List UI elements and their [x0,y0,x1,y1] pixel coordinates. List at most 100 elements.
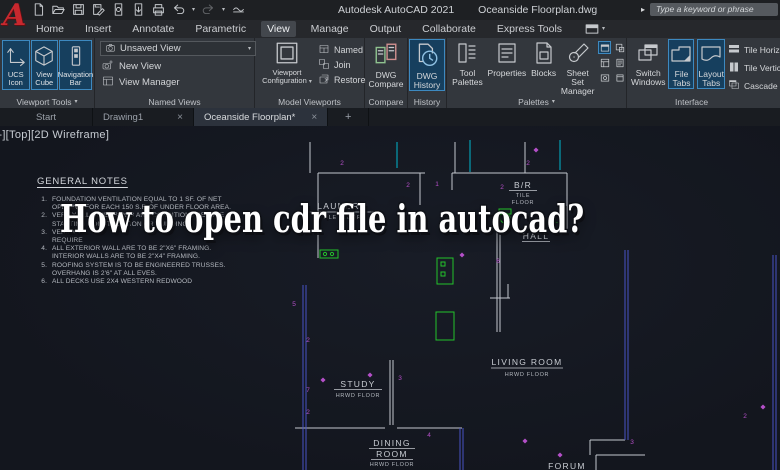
dwg-compare-button[interactable]: DWG Compare [366,39,406,89]
ribbon-tab-bar: Home Insert Annotate Parametric View Man… [0,20,780,38]
dimension-number: 3 [630,439,634,446]
tab-manage[interactable]: Manage [305,21,355,37]
small-palette-button-1[interactable] [598,41,611,54]
switch-windows-button[interactable]: Switch Windows [631,39,665,87]
undo-dropdown-icon[interactable]: ▾ [192,7,195,13]
ribbon-display-toggle[interactable]: ▾ [585,24,605,34]
autocad-logo-icon[interactable]: A [3,1,26,31]
dimension-number: 4 [427,432,431,439]
file-tab-start[interactable]: Start [0,108,93,126]
panel-history: DWG History History [408,38,447,108]
panel-palettes: Tool Palettes Properties Blocks Sheet Se… [447,38,627,108]
tab-express-tools[interactable]: Express Tools [491,21,568,37]
print-icon[interactable] [152,3,165,16]
layout-tabs-button[interactable]: Layout Tabs [697,39,726,89]
new-drawing-tab-button[interactable]: + [328,108,370,126]
sheet-set-manager-button[interactable]: Sheet Set Manager [560,39,595,96]
dimension-number: 2 [526,160,530,167]
save-icon[interactable] [72,3,85,16]
redo-dropdown-icon[interactable]: ▾ [222,7,225,13]
room-label-dining-1: DINING [373,438,411,448]
tab-insert[interactable]: Insert [79,21,117,37]
marker-diamond [533,147,539,153]
view-combo[interactable]: Unsaved View ▾ [100,41,256,56]
search-input[interactable]: Type a keyword or phrase [650,3,778,16]
thumbnail-headline: How to open cdr file in autocad? [60,196,585,241]
panel-viewport-tools: UCS Icon View Cube Navigation Bar Viewpo… [0,38,95,108]
search-box[interactable]: ▸ Type a keyword or phrase [641,3,778,16]
dimension-number: 2 [406,182,410,189]
file-tab-oceanside-floorplan[interactable]: Oceanside Floorplan* × [194,108,329,126]
new-view-button[interactable]: New View [102,59,161,74]
save-as-icon[interactable] [92,3,105,16]
autocad-window: ▾ ▾ Autodesk AutoCAD 2021 Oceanside Floo… [0,0,780,470]
viewport-configuration-button[interactable]: Viewport Configuration ▾ [260,40,314,86]
close-tab-icon[interactable]: × [311,112,317,123]
panel-model-viewports: Viewport Configuration ▾ Named Join Rest… [255,38,366,108]
properties-icon [495,41,519,69]
view-cube-button[interactable]: View Cube [30,40,58,90]
marker-diamond [320,377,326,383]
cascade-button[interactable]: Cascade [728,79,780,93]
publish-icon[interactable] [132,3,145,16]
ucs-icon-button[interactable]: UCS Icon [2,40,30,90]
tab-collaborate[interactable]: Collaborate [416,21,482,37]
tile-horizontal-icon [728,43,740,57]
plot-icon[interactable] [112,3,125,16]
drawing-canvas[interactable]: [-][Top][2D Wireframe] CL LAUNDRY TILE F… [0,126,780,470]
small-palette-button-3[interactable] [598,56,611,69]
panel-label-palettes[interactable]: Palettes ▾ [447,97,626,107]
tile-vertically-button[interactable]: Tile Vertically [728,61,780,75]
join-viewports-button[interactable]: Join [318,57,366,72]
window-title: Autodesk AutoCAD 2021 Oceanside Floorpla… [338,0,597,20]
ucs-axes-icon [5,45,27,71]
undo-icon[interactable] [172,3,185,16]
small-palette-button-4[interactable] [613,56,626,69]
view-manager-button[interactable]: View Manager [102,75,180,90]
general-note: 6. ALL DECKS USE 2X4 WESTERN REDWOOD [41,278,193,286]
marker-diamond [459,252,465,258]
tab-view[interactable]: View [261,21,296,37]
panel-label-viewport-tools[interactable]: Viewport Tools ▾ [0,97,94,107]
named-viewports-button[interactable]: Named [318,42,366,57]
doc-title: Oceanside Floorplan.dwg [478,4,598,16]
tab-annotate[interactable]: Annotate [126,21,180,37]
join-icon [318,58,330,72]
navigation-bar-button[interactable]: Navigation Bar [58,40,93,90]
search-expand-icon[interactable]: ▸ [641,5,645,14]
room-floor-study: HRWD FLOOR [336,393,380,399]
general-note: 5. ROOFING SYSTEM IS TO BE ENGINEERED TRU… [41,261,226,277]
room-label-study: STUDY [340,379,375,389]
tile-horizontally-button[interactable]: Tile Horizontally [728,43,780,57]
small-palette-button-5[interactable] [598,71,611,84]
room-floor-living: HRWD FLOOR [505,372,549,378]
tab-home[interactable]: Home [30,21,70,37]
cascade-icon [728,79,740,93]
tool-palettes-icon [455,41,479,69]
redo-icon[interactable] [202,3,215,16]
open-file-icon[interactable] [52,3,65,16]
new-file-icon[interactable] [32,3,45,16]
panel-caret-icon: ▾ [74,99,78,105]
file-tab-drawing1[interactable]: Drawing1 × [93,108,194,126]
tool-palettes-button[interactable]: Tool Palettes [451,39,484,87]
dimension-number: 2 [306,409,310,416]
small-palette-button-6[interactable] [613,71,626,84]
room-floor-dining: HRWD FLOOR [370,462,414,468]
split-caret-icon: ▾ [308,79,312,85]
close-tab-icon[interactable]: × [177,112,183,123]
blocks-button[interactable]: Blocks [530,39,557,78]
room-label-forum: FORUM [548,461,586,470]
tab-output[interactable]: Output [364,21,408,37]
file-tabs-button[interactable]: File Tabs [668,39,695,89]
workspace-icon[interactable] [232,3,245,16]
app-title: Autodesk AutoCAD 2021 [338,4,455,16]
dimension-number: 5 [292,301,296,308]
marker-diamond [760,404,766,410]
restore-viewports-button[interactable]: Restore [318,72,366,87]
panel-label-history: History [413,97,441,107]
properties-button[interactable]: Properties [487,39,527,78]
dwg-history-button[interactable]: DWG History [409,39,445,91]
small-palette-button-2[interactable] [613,41,626,54]
tab-parametric[interactable]: Parametric [189,21,252,37]
